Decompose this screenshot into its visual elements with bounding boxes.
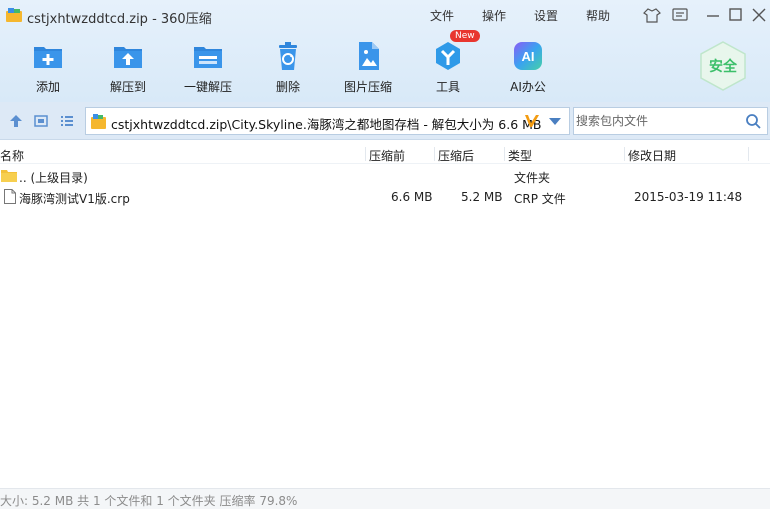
window-title: cstjxhtwzddtcd.zip - 360压缩 (27, 12, 212, 27)
verify-icon[interactable] (523, 112, 541, 130)
thumbnail-view-icon[interactable] (34, 114, 48, 128)
svg-text:AI: AI (522, 49, 535, 64)
up-folder-icon[interactable] (9, 114, 23, 128)
search-box (573, 107, 768, 135)
menu-operate[interactable]: 操作 (482, 7, 506, 24)
minimize-icon[interactable] (704, 6, 722, 24)
file-modified: 2015-03-19 11:48 (634, 190, 743, 204)
file-row-parent[interactable]: .. (上级目录) 文件夹 (0, 166, 770, 187)
column-packed-size[interactable]: 压缩后 (438, 147, 474, 164)
title-bar: cstjxhtwzddtcd.zip - 360压缩 文件 操作 设置 帮助 (0, 0, 770, 30)
close-icon[interactable] (750, 6, 768, 24)
path-field[interactable]: cstjxhtwzddtcd.zip\City.Skyline.海豚湾之都地图存… (85, 107, 570, 135)
address-bar: cstjxhtwzddtcd.zip\City.Skyline.海豚湾之都地图存… (0, 102, 770, 140)
zip-archive-icon (91, 114, 106, 129)
tools-button[interactable]: New 工具 (408, 30, 488, 96)
column-compressed-size[interactable]: 压缩前 (369, 147, 405, 164)
ai-office-label: AI办公 (510, 80, 546, 94)
delete-button[interactable]: 删除 (248, 38, 328, 96)
path-text: cstjxhtwzddtcd.zip\City.Skyline.海豚湾之都地图存… (111, 117, 542, 132)
file-name: 海豚湾测试V1版.crp (19, 192, 130, 206)
list-view-icon[interactable] (60, 114, 74, 128)
app-logo-icon (6, 8, 22, 22)
delete-icon (279, 42, 297, 70)
column-divider[interactable] (624, 147, 625, 161)
tools-icon (436, 42, 460, 70)
status-text: 大小: 5.2 MB 共 1 个文件和 1 个文件夹 压缩率 79.8% (0, 494, 298, 508)
file-size: 6.6 MB (391, 190, 433, 204)
column-name[interactable]: 名称 (0, 147, 24, 164)
one-click-extract-button[interactable]: 一键解压 (168, 38, 248, 96)
column-type[interactable]: 类型 (508, 147, 532, 164)
column-divider[interactable] (504, 147, 505, 161)
maximize-icon[interactable] (727, 6, 745, 24)
search-input[interactable] (576, 112, 736, 130)
delete-label: 删除 (275, 80, 300, 94)
menu-settings[interactable]: 设置 (534, 7, 558, 24)
file-type: 文件夹 (514, 171, 551, 185)
ai-office-icon: AI (514, 42, 542, 70)
file-packed-size: 5.2 MB (461, 190, 503, 204)
tools-label: 工具 (435, 80, 460, 94)
column-divider[interactable] (365, 147, 366, 161)
image-compress-label: 图片压缩 (343, 80, 392, 94)
extract-to-label: 解压到 (109, 80, 146, 94)
column-divider[interactable] (434, 147, 435, 161)
column-modified[interactable]: 修改日期 (628, 147, 676, 164)
column-header: 名称 压缩前 压缩后 类型 修改日期 (0, 144, 770, 164)
security-shield-icon[interactable]: 安全 (697, 40, 749, 92)
one-click-extract-icon (194, 47, 222, 68)
file-row[interactable]: 海豚湾测试V1版.crp 6.6 MB 5.2 MB CRP 文件 2015-0… (0, 187, 770, 208)
path-dropdown-arrow-icon[interactable] (549, 118, 561, 125)
extract-to-icon (114, 47, 142, 68)
add-button[interactable]: 添加 (8, 38, 88, 96)
menu-help[interactable]: 帮助 (586, 7, 610, 24)
one-click-extract-label: 一键解压 (183, 80, 232, 94)
security-label: 安全 (709, 58, 738, 75)
add-icon (34, 47, 62, 68)
folder-icon (1, 170, 17, 182)
skin-icon[interactable] (643, 6, 661, 24)
top-bar: cstjxhtwzddtcd.zip - 360压缩 文件 操作 设置 帮助 添… (0, 0, 770, 102)
add-label: 添加 (35, 80, 60, 94)
search-icon[interactable] (745, 113, 761, 129)
status-bar: 大小: 5.2 MB 共 1 个文件和 1 个文件夹 压缩率 79.8% (0, 488, 770, 509)
image-compress-button[interactable]: 图片压缩 (328, 38, 408, 96)
new-badge: New (450, 30, 480, 42)
file-icon (4, 189, 16, 204)
ai-office-button[interactable]: AI AI办公 (488, 38, 568, 96)
file-type: CRP 文件 (514, 192, 566, 206)
message-icon[interactable] (671, 6, 689, 24)
file-name: .. (上级目录) (19, 171, 88, 185)
menu-file[interactable]: 文件 (430, 7, 454, 24)
image-compress-icon (359, 42, 379, 70)
extract-to-button[interactable]: 解压到 (88, 38, 168, 96)
column-divider[interactable] (748, 147, 749, 161)
